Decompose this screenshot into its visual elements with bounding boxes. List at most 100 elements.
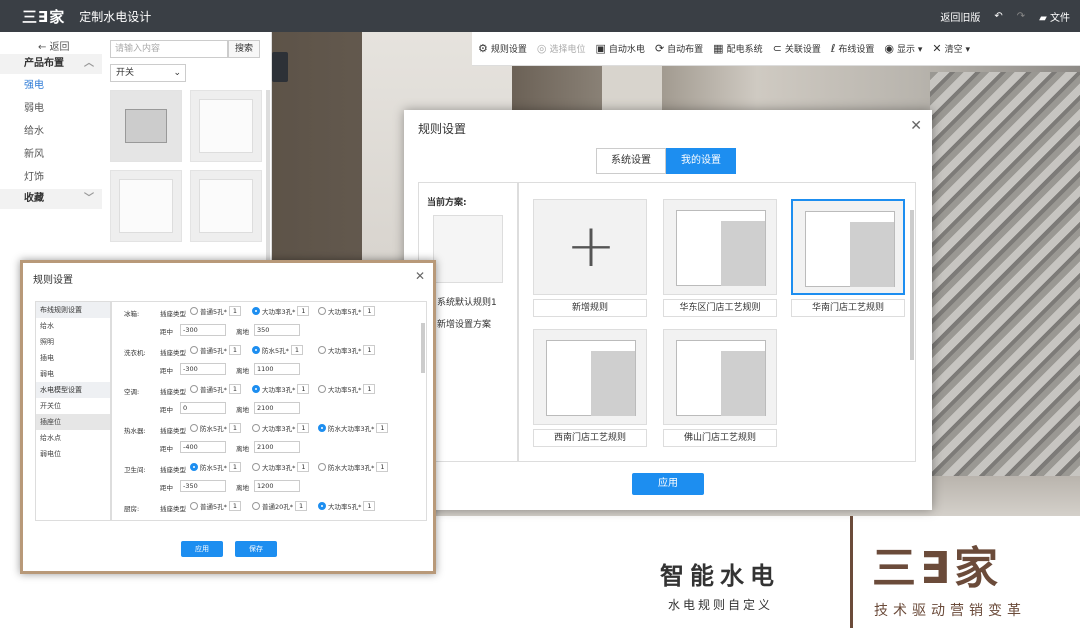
radio-button[interactable]: [190, 346, 198, 354]
socket-type-option[interactable]: 防水5孔* 1: [190, 423, 241, 433]
type-select[interactable]: 开关 ⌄: [110, 64, 186, 82]
socket-type-option[interactable]: 防水5孔* 1: [190, 462, 241, 472]
socket-type-option[interactable]: 大功率5孔* 1: [318, 384, 376, 394]
socket-type-option[interactable]: 普通5孔* 1: [190, 345, 241, 355]
count-stepper[interactable]: 1: [297, 423, 310, 433]
distance-input[interactable]: -300: [180, 363, 226, 375]
product-thumb[interactable]: [110, 90, 182, 162]
toolbar-item[interactable]: ℓ 布线设置: [831, 42, 875, 55]
rule-card-selected[interactable]: 华南门店工艺规则: [791, 199, 905, 329]
file-menu[interactable]: ▰ 文件: [1039, 9, 1070, 24]
settings-nav-item[interactable]: 弱电: [36, 366, 110, 382]
socket-type-option[interactable]: 防水大功率3孔* 1: [318, 423, 389, 433]
radio-button[interactable]: [190, 307, 198, 315]
count-stepper[interactable]: 1: [228, 462, 241, 472]
close-icon[interactable]: ✕: [415, 269, 425, 283]
count-stepper[interactable]: 1: [297, 306, 310, 316]
toolbar-item[interactable]: ◉ 显示 ▾: [884, 42, 922, 55]
settings-nav-item[interactable]: 给水点: [36, 430, 110, 446]
favorites-header[interactable]: 收藏 ﹀: [0, 189, 102, 209]
socket-type-option[interactable]: 大功率3孔* 1: [252, 462, 310, 472]
redo-icon[interactable]: ↷: [1017, 11, 1025, 22]
toolbar-item[interactable]: ⟳ 自动布置: [655, 42, 703, 55]
socket-type-option[interactable]: 大功率3孔* 1: [252, 384, 310, 394]
form-scrollbar[interactable]: [421, 323, 425, 373]
distance-input[interactable]: -400: [180, 441, 226, 453]
radio-button[interactable]: [252, 502, 260, 510]
category-item[interactable]: 灯饰: [0, 166, 102, 189]
product-thumb[interactable]: [190, 90, 262, 162]
height-input[interactable]: 1100: [254, 363, 300, 375]
socket-type-option[interactable]: 普通5孔* 1: [190, 384, 241, 394]
count-stepper[interactable]: 1: [290, 345, 303, 355]
settings-section-header[interactable]: 水电模型设置: [36, 382, 110, 398]
toolbar-item[interactable]: ✕ 清空 ▾: [932, 42, 970, 55]
radio-button[interactable]: [190, 424, 198, 432]
socket-type-option[interactable]: 普通20孔* 1: [252, 501, 308, 511]
count-stepper[interactable]: 1: [297, 384, 310, 394]
settings-nav-item[interactable]: 给水: [36, 318, 110, 334]
search-button[interactable]: 搜索: [228, 40, 260, 58]
socket-type-option[interactable]: 防水大功率3孔* 1: [318, 462, 389, 472]
socket-type-option[interactable]: 普通5孔* 1: [190, 306, 241, 316]
socket-type-option[interactable]: 大功率5孔* 1: [318, 501, 376, 511]
count-stepper[interactable]: 1: [297, 462, 310, 472]
height-input[interactable]: 1200: [254, 480, 300, 492]
count-stepper[interactable]: 1: [376, 423, 389, 433]
product-thumb[interactable]: [190, 170, 262, 242]
rule-card[interactable]: 华东区门店工艺规则: [663, 199, 777, 329]
rule-card[interactable]: 西南门店工艺规则: [533, 329, 647, 459]
undo-icon[interactable]: ↶: [994, 11, 1002, 22]
category-header[interactable]: 产品布置 ︿: [0, 54, 102, 74]
settings-nav-item[interactable]: 插座位: [36, 414, 110, 430]
save-button[interactable]: 保存: [235, 541, 277, 557]
count-stepper[interactable]: 1: [228, 501, 241, 511]
toolbar-item[interactable]: ▣ 自动水电: [596, 42, 645, 55]
category-item[interactable]: 新风: [0, 143, 102, 166]
count-stepper[interactable]: 1: [295, 501, 308, 511]
count-stepper[interactable]: 1: [228, 345, 241, 355]
tab-my-settings[interactable]: 我的设置: [666, 148, 736, 174]
tab-system-settings[interactable]: 系统设置: [596, 148, 666, 174]
radio-button[interactable]: [252, 424, 260, 432]
socket-type-option[interactable]: 大功率3孔* 1: [318, 345, 376, 355]
rule-card[interactable]: 佛山门店工艺规则: [663, 329, 777, 459]
toolbar-item[interactable]: ⊂ 关联设置: [773, 42, 821, 55]
current-scheme-thumb[interactable]: [433, 215, 503, 283]
count-stepper[interactable]: 1: [363, 501, 376, 511]
socket-type-option[interactable]: 普通5孔* 1: [190, 501, 241, 511]
toolbar-item[interactable]: ▦ 配电系统: [713, 42, 762, 55]
socket-type-option[interactable]: 大功率5孔* 1: [318, 306, 376, 316]
settings-nav-item[interactable]: 开关位: [36, 398, 110, 414]
radio-button[interactable]: [318, 307, 326, 315]
settings-section-header[interactable]: 布线规则设置: [36, 302, 110, 318]
dialog-scrollbar[interactable]: [910, 210, 914, 360]
category-item[interactable]: 弱电: [0, 97, 102, 120]
add-scheme-link[interactable]: 新增设置方案: [437, 317, 491, 330]
category-item[interactable]: 强电: [0, 74, 102, 97]
radio-button[interactable]: [190, 385, 198, 393]
socket-type-option[interactable]: 防水5孔* 1: [252, 345, 303, 355]
socket-type-option[interactable]: 大功率3孔* 1: [252, 306, 310, 316]
radio-button[interactable]: [252, 385, 260, 393]
count-stepper[interactable]: 1: [228, 306, 241, 316]
product-thumb[interactable]: [110, 170, 182, 242]
socket-type-option[interactable]: 大功率3孔* 1: [252, 423, 310, 433]
radio-button[interactable]: [252, 346, 260, 354]
toolbar-item[interactable]: ◎ 选择电位: [537, 42, 586, 55]
close-icon[interactable]: ✕: [910, 118, 922, 134]
height-input[interactable]: 2100: [254, 441, 300, 453]
settings-nav-item[interactable]: 弱电位: [36, 446, 110, 462]
radio-button[interactable]: [318, 346, 326, 354]
count-stepper[interactable]: 1: [363, 384, 376, 394]
height-input[interactable]: 2100: [254, 402, 300, 414]
toolbar-item[interactable]: ⚙ 规则设置: [478, 42, 527, 55]
radio-button[interactable]: [190, 463, 198, 471]
settings-nav-item[interactable]: 插电: [36, 350, 110, 366]
back-old-version-link[interactable]: 返回旧版: [940, 9, 980, 24]
add-rule-card[interactable]: + 新增规则: [533, 199, 647, 329]
distance-input[interactable]: -300: [180, 324, 226, 336]
search-input[interactable]: 请输入内容: [110, 40, 228, 58]
apply-button[interactable]: 应用: [632, 473, 704, 495]
height-input[interactable]: 350: [254, 324, 300, 336]
